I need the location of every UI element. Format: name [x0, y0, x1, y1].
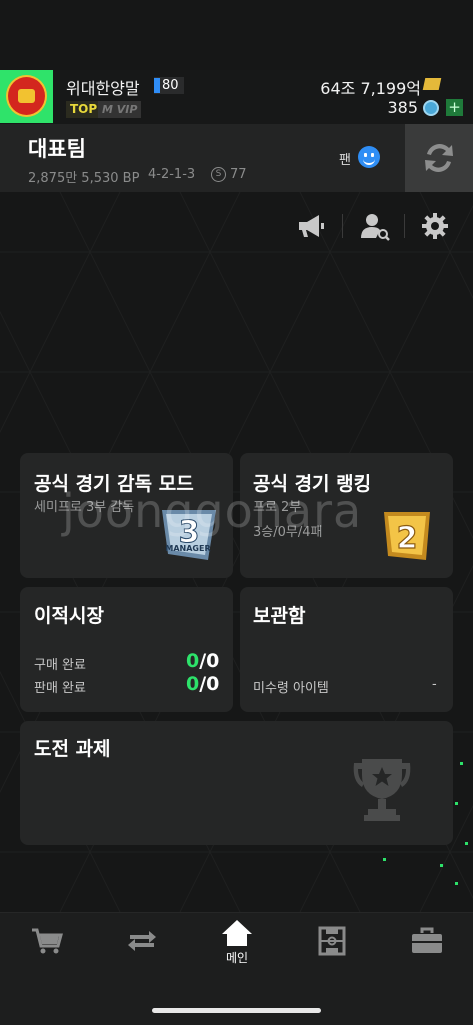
swap-team-button[interactable] [405, 124, 473, 192]
gear-icon [422, 213, 448, 239]
rank-badge-icon: 2 [384, 512, 430, 560]
home-icon [222, 920, 252, 946]
challenge-title: 도전 과제 [34, 738, 111, 760]
nav-home[interactable] [220, 918, 254, 948]
nav-transfer[interactable] [125, 926, 159, 956]
username[interactable]: 위대한양말 [66, 75, 140, 99]
sell-complete-count: 0/0 [186, 673, 220, 695]
announcement-button[interactable] [295, 210, 329, 242]
settings-button[interactable] [418, 210, 452, 242]
club-crest[interactable] [0, 70, 53, 123]
team-bp: 2,875만 5,530 BP [28, 171, 140, 186]
transfer-arrows-icon [128, 931, 156, 951]
money-icon [422, 78, 442, 90]
buy-complete-label: 구매 완료 [34, 658, 86, 673]
skill-value: 77 [230, 167, 247, 182]
money-amount: 64조 7,199억 [320, 79, 421, 98]
nav-inventory[interactable] [410, 926, 444, 956]
nav-home-label[interactable]: 메인 [223, 949, 251, 966]
vip-badge: M VIP [98, 101, 142, 118]
user-search-icon [361, 214, 390, 241]
home-indicator[interactable] [152, 1008, 321, 1013]
user-search-button[interactable] [358, 210, 392, 242]
watermark: joonggonara [62, 484, 363, 538]
level-badge: 80 [154, 77, 184, 94]
buy-complete-count: 0/0 [186, 650, 220, 672]
pitch-icon [318, 926, 346, 956]
unclaimed-items-label: 미수령 아이템 [253, 681, 329, 696]
coin-icon [423, 100, 439, 116]
nav-squad[interactable] [315, 926, 349, 956]
swap-icon [425, 144, 453, 172]
briefcase-icon [412, 927, 442, 953]
trophy-icon [353, 759, 411, 821]
sell-complete-label: 판매 완료 [34, 681, 86, 696]
manager-badge-label: MANAGER [165, 544, 210, 553]
megaphone-icon [299, 215, 324, 237]
storage-title: 보관함 [253, 605, 306, 627]
rank-badge-number: 2 [397, 521, 418, 556]
cart-icon [32, 928, 63, 954]
team-formation: 4-2-1-3 [148, 167, 196, 182]
crest-emblem [6, 75, 47, 117]
team-name[interactable]: 대표팀 [28, 133, 86, 163]
transfer-market-title: 이적시장 [34, 605, 104, 627]
top-badge: TOP [66, 101, 102, 118]
add-coins-button[interactable]: + [446, 99, 463, 116]
toolbar-divider [342, 214, 343, 238]
skill-icon: S [211, 167, 226, 182]
fan-mood-icon[interactable] [358, 146, 380, 168]
toolbar-divider [404, 214, 405, 238]
fan-label[interactable]: 팬 [339, 149, 351, 168]
nav-shop[interactable] [30, 926, 64, 956]
unclaimed-items-value: - [432, 677, 437, 692]
coin-amount: 385 [387, 98, 418, 117]
